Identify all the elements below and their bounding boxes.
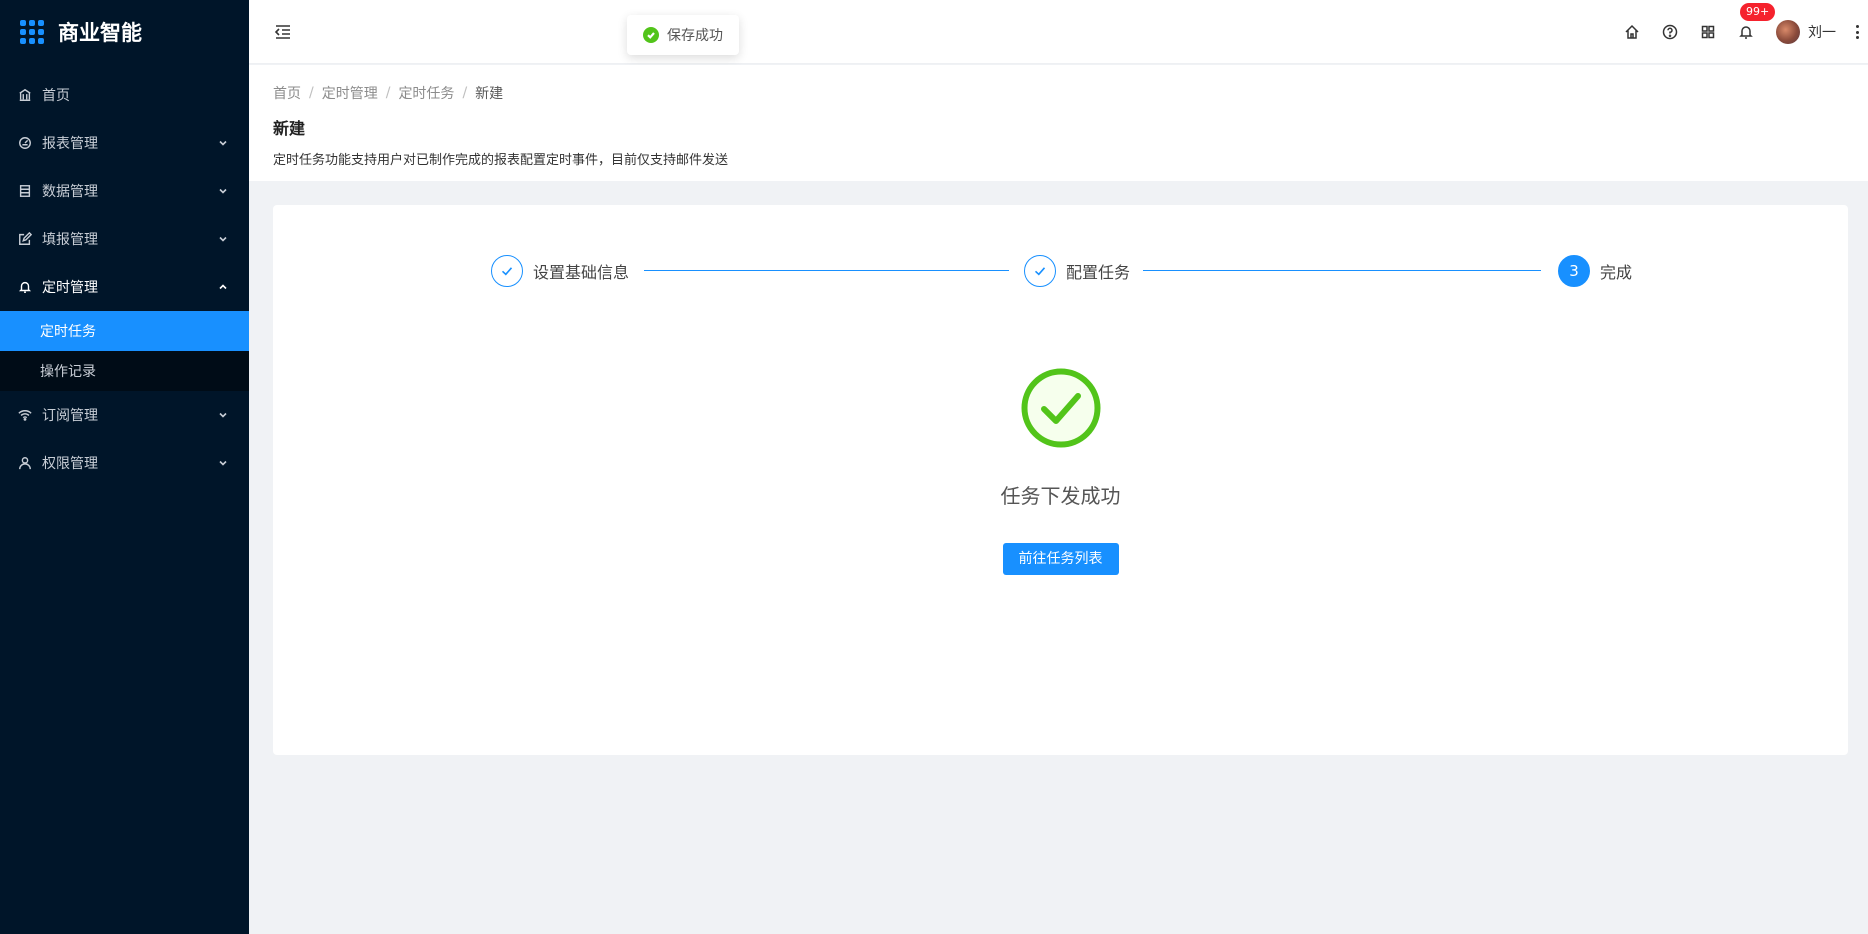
step-configure-task: 配置任务: [1024, 255, 1130, 287]
sidebar-item-subscription[interactable]: 订阅管理: [0, 391, 249, 439]
breadcrumb-separator: /: [385, 85, 391, 101]
sidebar-item-label: 权限管理: [42, 456, 98, 472]
step-connector: [1143, 270, 1541, 271]
more-vertical-icon[interactable]: [1852, 22, 1862, 42]
dashboard-icon: [18, 136, 32, 150]
header-actions: 99+ 刘一: [1624, 0, 1868, 64]
breadcrumb-item[interactable]: 首页: [273, 83, 301, 103]
schedule-submenu: 定时任务 操作记录: [0, 311, 249, 391]
chevron-down-icon: [217, 409, 229, 421]
notification-badge: 99+: [1740, 3, 1776, 21]
chevron-down-icon: [217, 185, 229, 197]
toast-message: 保存成功: [667, 28, 723, 44]
menu-fold-icon[interactable]: [273, 22, 293, 42]
breadcrumb-separator: /: [462, 85, 468, 101]
step-connector: [644, 270, 1009, 271]
sidebar-item-label: 定时任务: [40, 324, 96, 340]
app-grid-icon: [20, 20, 44, 44]
app-title: 商业智能: [58, 21, 142, 45]
check-icon: [491, 255, 523, 287]
table-icon: [18, 184, 32, 198]
sidebar-item-home[interactable]: 首页: [0, 71, 249, 119]
sidebar-item-schedule[interactable]: 定时管理: [0, 263, 249, 311]
go-to-task-list-button[interactable]: 前往任务列表: [1002, 543, 1119, 575]
sidebar-item-label: 报表管理: [42, 136, 98, 152]
check-icon: [1024, 255, 1056, 287]
step-label: 配置任务: [1066, 263, 1131, 282]
top-header: 99+ 刘一: [249, 0, 1868, 64]
chevron-down-icon: [217, 137, 229, 149]
sidebar-item-label: 填报管理: [42, 232, 98, 248]
sidebar-item-label: 首页: [42, 88, 70, 104]
result-title: 任务下发成功: [1000, 484, 1121, 508]
apps-icon[interactable]: [1700, 24, 1716, 40]
help-icon[interactable]: [1662, 24, 1678, 40]
sidebar-item-operation-log[interactable]: 操作记录: [0, 351, 249, 391]
step-number: 3: [1558, 255, 1590, 287]
user-name: 刘一: [1808, 25, 1836, 41]
sidebar-item-permissions[interactable]: 权限管理: [0, 439, 249, 487]
breadcrumb-item[interactable]: 定时任务: [398, 83, 454, 103]
sidebar-item-label: 订阅管理: [42, 408, 98, 424]
chevron-down-icon: [217, 457, 229, 469]
sidebar: 商业智能 首页 报表管理 数据管理 填报管理 定时管理 定时任务 操作记录 订阅…: [0, 0, 249, 934]
sidebar-item-label: 操作记录: [40, 364, 96, 380]
brand[interactable]: 商业智能: [0, 0, 249, 64]
sidebar-item-scheduled-tasks[interactable]: 定时任务: [0, 311, 249, 351]
sidebar-item-reports[interactable]: 报表管理: [0, 119, 249, 167]
avatar: [1776, 20, 1800, 44]
step-label: 完成: [1600, 263, 1633, 282]
step-basic-info: 设置基础信息: [491, 255, 629, 287]
success-toast: 保存成功: [627, 15, 739, 55]
check-circle-icon: [643, 27, 659, 43]
step-done: 3 完成: [1558, 255, 1632, 287]
sidebar-item-label: 定时管理: [42, 280, 98, 296]
home-icon[interactable]: [1624, 24, 1640, 40]
sidebar-item-fill[interactable]: 填报管理: [0, 215, 249, 263]
user-icon: [18, 456, 32, 470]
chevron-up-icon: [217, 281, 229, 293]
page-title: 新建: [273, 119, 306, 138]
sidebar-item-data[interactable]: 数据管理: [0, 167, 249, 215]
page-header: 首页 / 定时管理 / 定时任务 / 新建 新建 定时任务功能支持用户对已制作完…: [249, 65, 1868, 181]
page-description: 定时任务功能支持用户对已制作完成的报表配置定时事件，目前仅支持邮件发送: [273, 153, 729, 168]
steps: 设置基础信息 配置任务 3 完成: [491, 255, 1632, 287]
bell-icon: [18, 280, 32, 294]
breadcrumb-item[interactable]: 定时管理: [322, 83, 378, 103]
user-menu[interactable]: 刘一: [1776, 20, 1836, 44]
breadcrumb-current: 新建: [475, 86, 504, 102]
breadcrumb: 首页 / 定时管理 / 定时任务 / 新建: [273, 83, 1844, 103]
step-label: 设置基础信息: [533, 263, 630, 282]
chevron-down-icon: [217, 233, 229, 245]
sidebar-item-label: 数据管理: [42, 184, 98, 200]
breadcrumb-separator: /: [309, 85, 314, 101]
sidebar-menu: 首页 报表管理 数据管理 填报管理 定时管理 定时任务 操作记录 订阅管理 权限…: [0, 71, 249, 487]
wifi-icon: [18, 408, 32, 422]
bank-icon: [18, 88, 32, 102]
notification-bell-icon[interactable]: 99+: [1738, 3, 1776, 40]
result: 任务下发成功 前往任务列表: [273, 368, 1848, 575]
content-card: 设置基础信息 配置任务 3 完成 任务下发成功 前往任务列表: [273, 205, 1848, 755]
success-check-circle-icon: [1021, 368, 1101, 448]
edit-icon: [18, 232, 32, 246]
